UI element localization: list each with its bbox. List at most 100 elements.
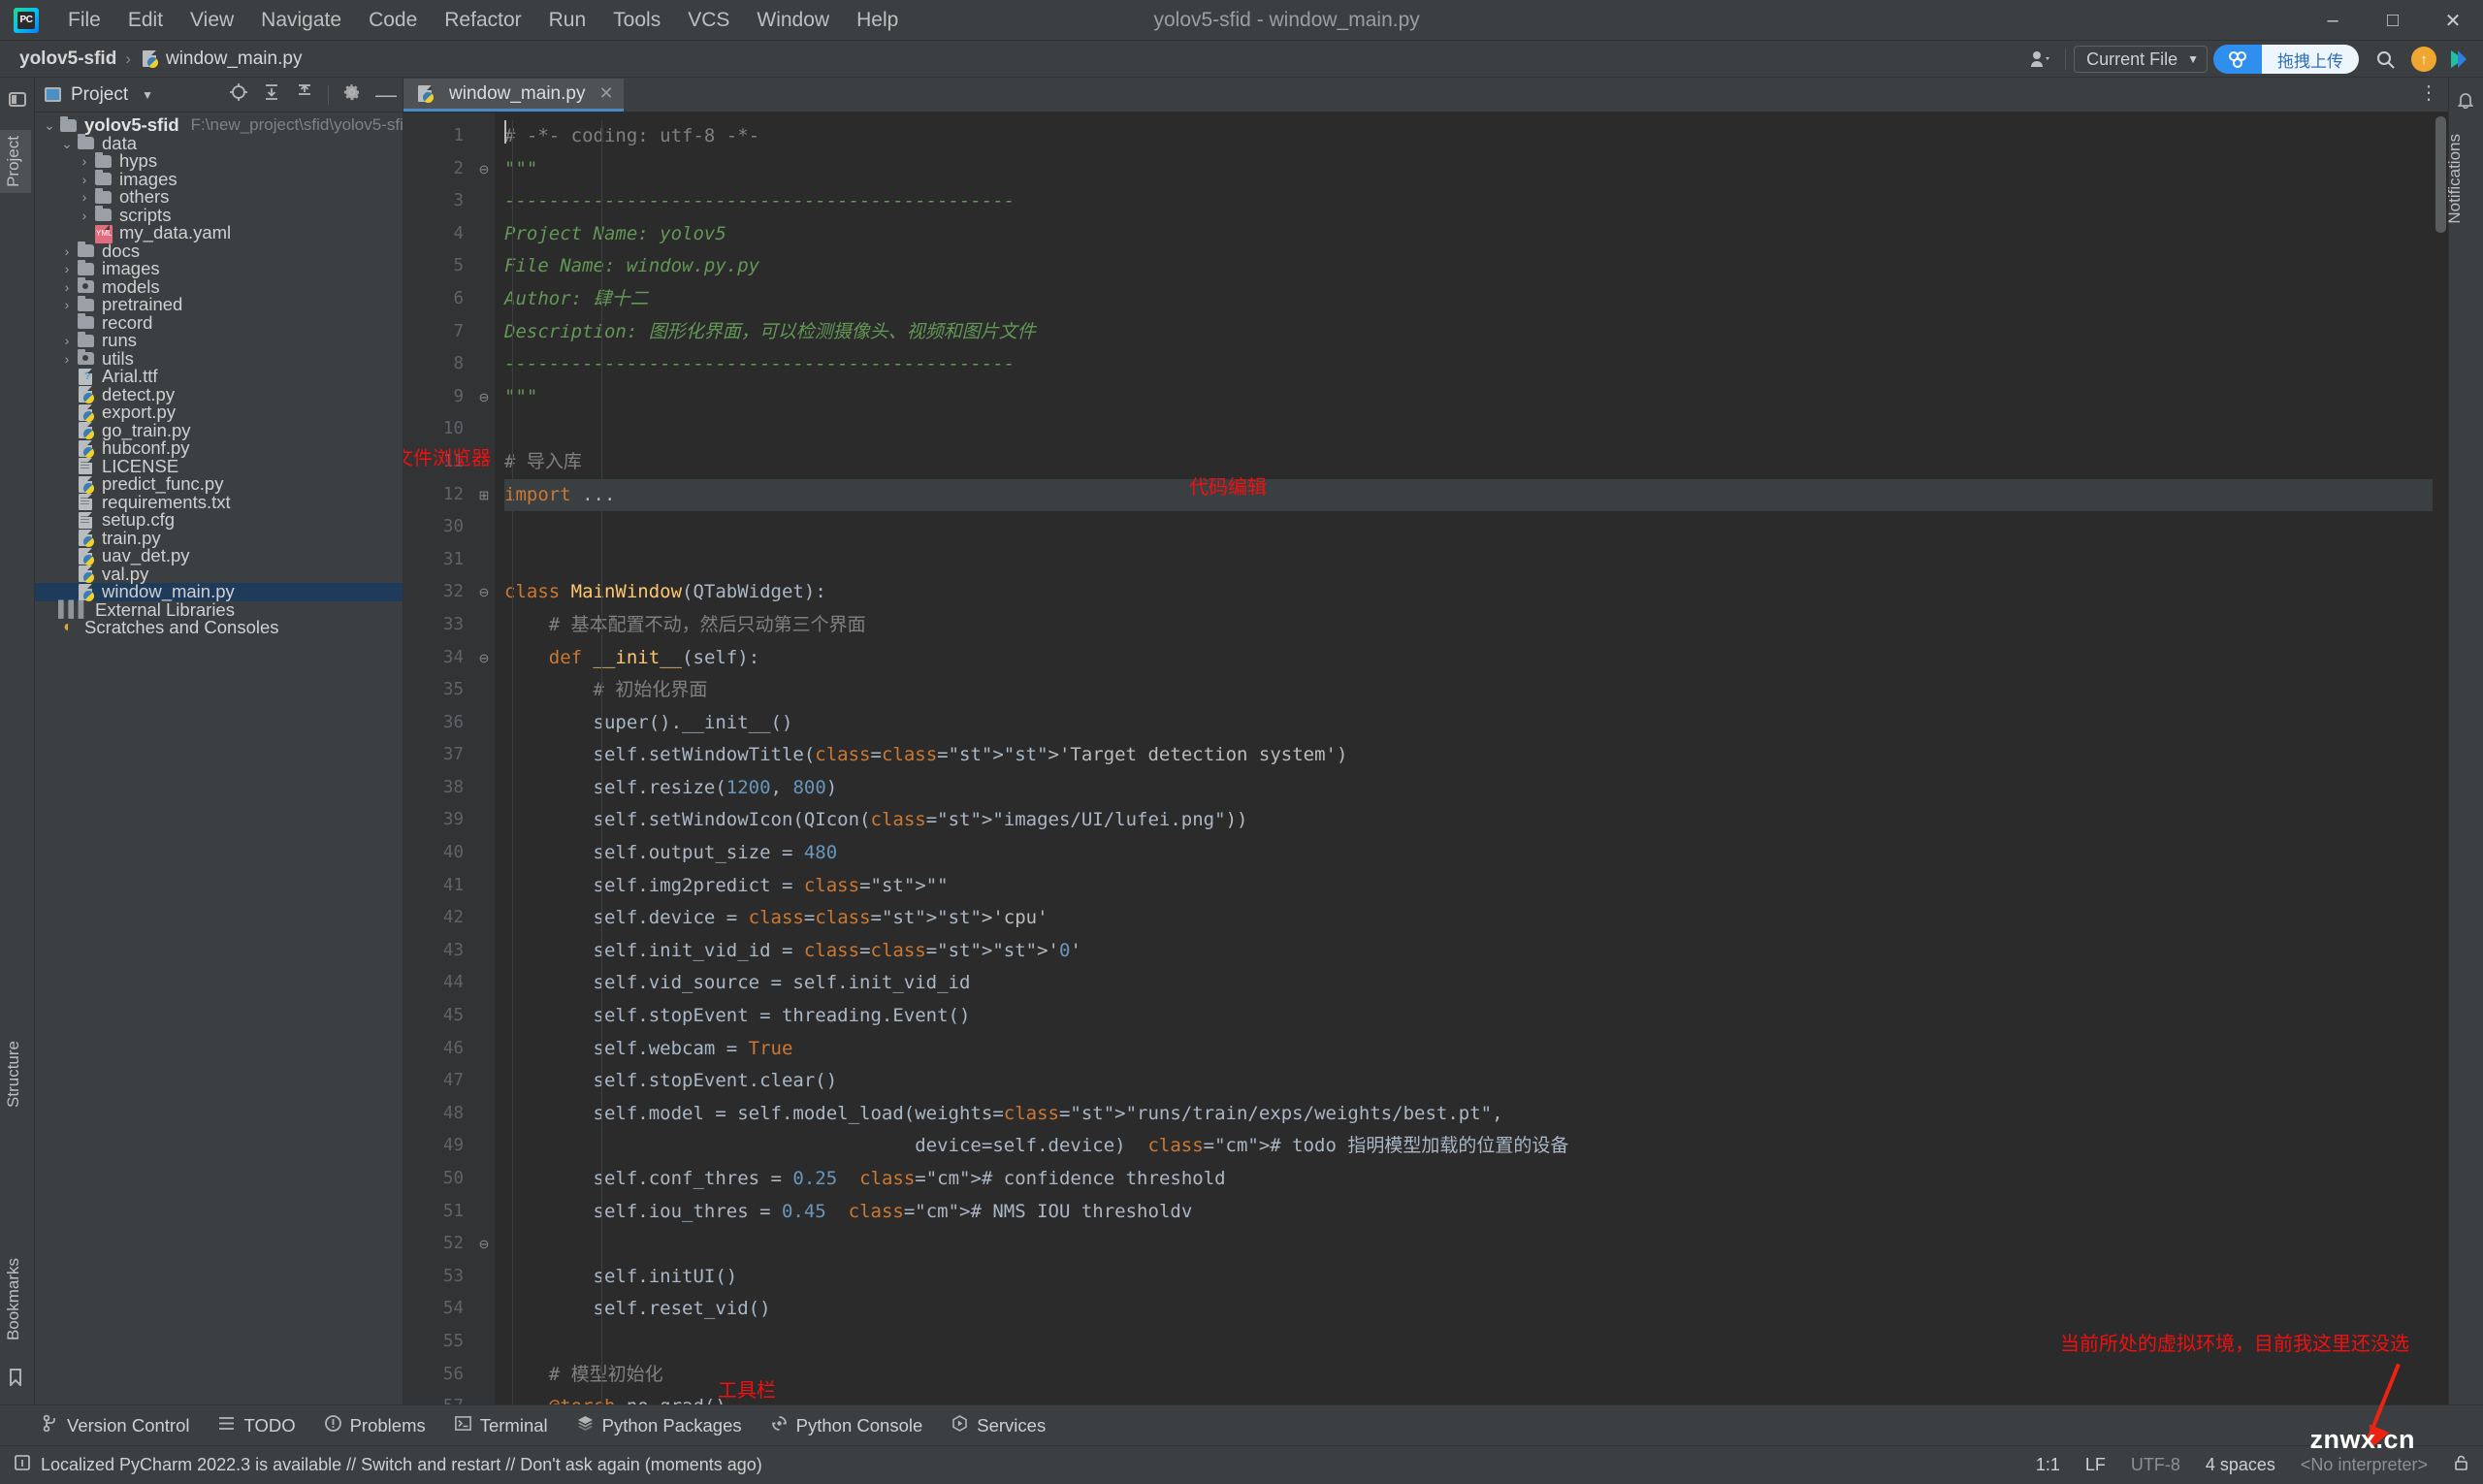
sidebar-tab-project[interactable]: Project: [0, 130, 31, 193]
minimize-button[interactable]: –: [2303, 0, 2363, 41]
tree-item-train-py[interactable]: ›train.py: [35, 529, 403, 548]
update-available-icon[interactable]: ↑: [2411, 47, 2436, 72]
chevron-right-icon[interactable]: ›: [58, 260, 76, 278]
menu-vcs[interactable]: VCS: [674, 5, 743, 36]
project-tree[interactable]: ⌄ yolov5-sfid F:\new_project\sfid\yolov5-s…: [35, 113, 403, 1404]
breadcrumb-file[interactable]: window_main.py: [166, 48, 302, 70]
tree-item-scratches-and-consoles[interactable]: › ◐ Scratches and Consoles: [35, 618, 403, 637]
menu-window[interactable]: Window: [743, 5, 843, 36]
code-viewport[interactable]: 1 2 3 4 5 6 7 8 9 10 11 12 30 31 32 33 34 35 36 37 38 39 40 41 4…: [403, 113, 2448, 1404]
menu-help[interactable]: Help: [843, 5, 912, 36]
chevron-down-icon[interactable]: ⌄: [41, 116, 58, 135]
tree-item-export-py[interactable]: › export.py: [35, 403, 403, 422]
file-encoding[interactable]: UTF-8: [2131, 1455, 2180, 1475]
chevron-right-icon[interactable]: ›: [76, 152, 93, 171]
chevron-right-icon[interactable]: ›: [58, 242, 76, 261]
notification-bell-icon[interactable]: [2457, 91, 2474, 113]
bookmark-icon[interactable]: [9, 1369, 22, 1391]
fold-toggle-icon[interactable]: ⊖: [473, 642, 495, 675]
user-avatar-icon[interactable]: [2024, 43, 2057, 76]
tool-button-python-packages[interactable]: Python Packages: [577, 1415, 742, 1436]
chevron-right-icon[interactable]: ›: [76, 207, 93, 225]
expand-all-icon[interactable]: [262, 82, 281, 107]
fold-toggle-icon[interactable]: ⊖: [473, 576, 495, 609]
line-separator[interactable]: LF: [2085, 1455, 2106, 1475]
tool-button-python-console[interactable]: Python Console: [771, 1415, 922, 1436]
tree-item-hubconf-py[interactable]: › hubconf.py: [35, 438, 403, 458]
editor-options-icon[interactable]: ⋮: [2419, 81, 2438, 105]
python-interpreter-selector[interactable]: <No interpreter>: [2301, 1455, 2428, 1475]
chevron-right-icon[interactable]: ›: [76, 188, 93, 207]
menu-view[interactable]: View: [177, 5, 247, 36]
tree-item-runs[interactable]: › runs: [35, 331, 403, 350]
sidebar-tab-notifications[interactable]: Notifications: [2445, 134, 2480, 224]
menu-tools[interactable]: Tools: [599, 5, 674, 36]
hide-panel-icon[interactable]: —: [375, 83, 397, 105]
fold-toggle-icon[interactable]: ⊖: [473, 381, 495, 414]
chevron-right-icon[interactable]: ›: [58, 296, 76, 314]
chevron-down-icon[interactable]: ⌄: [58, 135, 76, 153]
chevron-right-icon[interactable]: ›: [58, 332, 76, 350]
menu-run[interactable]: Run: [535, 5, 600, 36]
locate-file-icon[interactable]: [229, 82, 248, 107]
run-configuration-selector[interactable]: Current File ▼: [2074, 46, 2208, 73]
fold-toggle-icon[interactable]: ⊞: [473, 479, 495, 512]
tree-item-record[interactable]: ›record: [35, 313, 403, 333]
menu-code[interactable]: Code: [355, 5, 431, 36]
tree-item-utils[interactable]: › utils: [35, 349, 403, 369]
project-widget-icon[interactable]: [9, 91, 26, 112]
tree-item-yolov5-sfid[interactable]: ⌄ yolov5-sfid F:\new_project\sfid\yolov5-s…: [35, 115, 403, 135]
tree-item-data[interactable]: ⌄ data: [35, 134, 403, 153]
tree-item-go-train-py[interactable]: ›go_train.py: [35, 421, 403, 440]
tree-item-arial-ttf[interactable]: ›? Arial.ttf: [35, 367, 403, 386]
fold-toggle-icon[interactable]: ⊖: [473, 1228, 495, 1261]
tool-button-services[interactable]: Services: [951, 1415, 1046, 1436]
chevron-right-icon[interactable]: ›: [58, 278, 76, 297]
tree-item-images[interactable]: › images: [35, 170, 403, 189]
menu-navigate[interactable]: Navigate: [247, 5, 355, 36]
status-message-group[interactable]: Localized PyCharm 2022.3 is available //…: [14, 1454, 762, 1476]
editor-tab-window-main[interactable]: window_main.py ✕: [403, 79, 624, 112]
menu-refactor[interactable]: Refactor: [431, 5, 534, 36]
tree-item-others[interactable]: › others: [35, 187, 403, 207]
maximize-button[interactable]: □: [2363, 0, 2423, 41]
search-icon[interactable]: [2369, 43, 2402, 76]
tool-button-terminal[interactable]: Terminal: [454, 1415, 548, 1436]
gear-icon[interactable]: [342, 82, 362, 107]
menu-edit[interactable]: Edit: [114, 5, 177, 36]
caret-position[interactable]: 1:1: [2036, 1455, 2060, 1475]
netdisk-upload-button[interactable]: 拖拽上传: [2213, 45, 2359, 74]
tree-item-predict-func-py[interactable]: › predict_func.py: [35, 474, 403, 494]
tool-button-problems[interactable]: Problems: [324, 1415, 426, 1436]
tool-button-version-control[interactable]: Version Control: [43, 1414, 189, 1436]
code-content[interactable]: # -*- coding: utf-8 -*- """ --------------…: [495, 113, 2448, 1404]
tree-item-uav-det-py[interactable]: › uav_det.py: [35, 546, 403, 565]
code-folding-gutter[interactable]: ⊖ ⊖ ⊞ ⊖ ⊖ ⊖: [473, 113, 495, 1404]
sidebar-tab-structure[interactable]: Structure: [0, 1035, 31, 1113]
tree-item-pretrained[interactable]: › pretrained: [35, 295, 403, 314]
indent-setting[interactable]: 4 spaces: [2206, 1455, 2275, 1475]
tree-item-window-main-py[interactable]: › window_main.py: [35, 582, 403, 601]
project-scope-chevron-icon[interactable]: ▼: [142, 88, 153, 102]
close-button[interactable]: ✕: [2423, 0, 2483, 41]
tree-item-docs[interactable]: › docs: [35, 242, 403, 261]
tree-item-detect-py[interactable]: ›detect.py: [35, 385, 403, 404]
editor-scrollbar[interactable]: [2433, 113, 2448, 1404]
lock-icon[interactable]: [2453, 1454, 2469, 1476]
tree-item-my-data-yaml[interactable]: ›YML my_data.yaml: [35, 223, 403, 243]
ide-feature-icon[interactable]: [2442, 43, 2475, 76]
tree-item-hyps[interactable]: › hyps: [35, 151, 403, 171]
tree-item-setup-cfg[interactable]: › setup.cfg: [35, 510, 403, 530]
fold-toggle-icon[interactable]: ⊖: [473, 153, 495, 186]
tree-item-images[interactable]: › images: [35, 259, 403, 278]
status-message[interactable]: Localized PyCharm 2022.3 is available //…: [41, 1455, 762, 1475]
tree-item-requirements-txt[interactable]: ›requirements.txt: [35, 493, 403, 512]
close-tab-icon[interactable]: ✕: [598, 83, 613, 104]
collapse-all-icon[interactable]: [295, 82, 314, 107]
chevron-right-icon[interactable]: ›: [76, 171, 93, 189]
breadcrumb-project[interactable]: yolov5-sfid: [19, 48, 116, 70]
tool-button-todo[interactable]: TODO: [218, 1415, 296, 1436]
menu-file[interactable]: File: [54, 5, 114, 36]
sidebar-tab-bookmarks[interactable]: Bookmarks: [0, 1252, 31, 1346]
chevron-right-icon[interactable]: ›: [58, 350, 76, 369]
